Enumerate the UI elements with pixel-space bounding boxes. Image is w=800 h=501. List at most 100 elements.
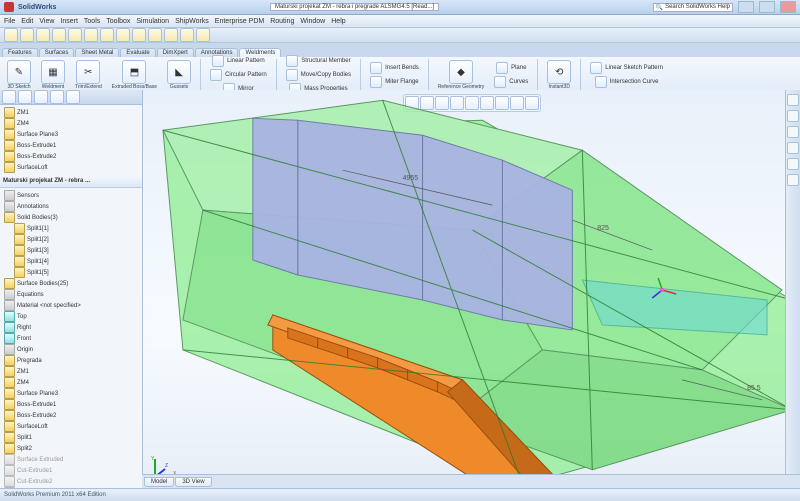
tab-surfaces[interactable]: Surfaces — [39, 48, 75, 57]
fm-tab-display-icon[interactable] — [66, 90, 80, 104]
taskpane-resources-icon[interactable] — [787, 94, 799, 106]
taskpane-view-icon[interactable] — [787, 142, 799, 154]
linearsketch-icon[interactable] — [590, 62, 602, 74]
rebuild-icon[interactable] — [100, 28, 114, 42]
tree-item[interactable]: Surface Bodies(25) — [0, 278, 142, 289]
tree-item[interactable]: Material <not specified> — [0, 300, 142, 311]
menu-view[interactable]: View — [39, 18, 54, 25]
tree-item[interactable]: Surface Plane3 — [0, 388, 142, 399]
curves-icon[interactable] — [494, 76, 506, 88]
options-icon[interactable] — [116, 28, 130, 42]
redo-icon[interactable] — [84, 28, 98, 42]
linear-pattern-icon[interactable] — [212, 55, 224, 67]
menu-pdm[interactable]: Enterprise PDM — [215, 18, 264, 25]
tree-item[interactable]: Split1[4] — [0, 256, 142, 267]
tree-top-3[interactable]: Boss-Extrude1 — [17, 143, 56, 149]
fm-tab-tree-icon[interactable] — [2, 90, 16, 104]
menu-routing[interactable]: Routing — [270, 18, 294, 25]
movecopy-icon[interactable] — [286, 69, 298, 81]
fm-tab-property-icon[interactable] — [18, 90, 32, 104]
instant3d-button[interactable]: ⟲ — [547, 60, 571, 84]
feature-tree[interactable]: SensorsAnnotationsSolid Bodies(3)Split1[… — [0, 188, 142, 489]
trim-button[interactable]: ✂ — [76, 60, 100, 84]
tree-item[interactable]: Equations — [0, 289, 142, 300]
menu-insert[interactable]: Insert — [60, 18, 78, 25]
tree-item[interactable]: Front — [0, 333, 142, 344]
view-icon[interactable] — [196, 28, 210, 42]
tree-item[interactable]: Split1[3] — [0, 245, 142, 256]
tree-item[interactable]: Boss-Extrude2 — [0, 410, 142, 421]
minimize-button[interactable] — [738, 1, 754, 13]
tree-item[interactable]: Pregrada — [0, 355, 142, 366]
extruded-button[interactable]: ⬒ — [122, 60, 146, 84]
taskpane-explorer-icon[interactable] — [787, 126, 799, 138]
tree-item[interactable]: Boss-Extrude1 — [0, 399, 142, 410]
intersection-icon[interactable] — [595, 76, 607, 88]
gussets-button[interactable]: ◣ — [167, 60, 191, 84]
select-icon[interactable] — [132, 28, 146, 42]
measure-icon[interactable] — [164, 28, 178, 42]
menu-help[interactable]: Help — [331, 18, 345, 25]
menu-file[interactable]: File — [4, 18, 15, 25]
menu-shipworks[interactable]: ShipWorks — [175, 18, 209, 25]
insertbends-icon[interactable] — [370, 62, 382, 74]
new-icon[interactable] — [4, 28, 18, 42]
fm-tab-config-icon[interactable] — [34, 90, 48, 104]
tree-top-5[interactable]: SurfaceLoft — [17, 165, 48, 171]
miterflange-icon[interactable] — [370, 76, 382, 88]
tree-item[interactable]: ZM4 — [0, 377, 142, 388]
tree-top-2[interactable]: Surface Plane3 — [17, 132, 58, 138]
menu-window[interactable]: Window — [300, 18, 325, 25]
tree-item[interactable]: Split2 — [0, 443, 142, 454]
tree-item[interactable]: Split1[2] — [0, 234, 142, 245]
print-icon[interactable] — [52, 28, 66, 42]
tree-top-1[interactable]: ZM4 — [17, 121, 29, 127]
tree-item-suppressed[interactable]: Cut-Extrude2 — [0, 476, 142, 487]
taskpane-library-icon[interactable] — [787, 110, 799, 122]
save-icon[interactable] — [36, 28, 50, 42]
taskpane-appearance-icon[interactable] — [787, 158, 799, 170]
weldment-button[interactable]: ▦ — [41, 60, 65, 84]
tab-dimxpert[interactable]: DimXpert — [157, 48, 194, 57]
taskpane-custom-icon[interactable] — [787, 174, 799, 186]
feature-tree-top[interactable]: ZM1 ZM4 Surface Plane3 Boss-Extrude1 Bos… — [0, 105, 142, 175]
plane-icon[interactable] — [496, 62, 508, 74]
tree-item[interactable]: Split1 — [0, 432, 142, 443]
menu-toolbox[interactable]: Toolbox — [106, 18, 130, 25]
tab-sheetmetal[interactable]: Sheet Metal — [75, 48, 119, 57]
refgeom-button[interactable]: ◆ — [449, 60, 473, 84]
tree-item[interactable]: Right — [0, 322, 142, 333]
circular-pattern-icon[interactable] — [210, 69, 222, 81]
menu-simulation[interactable]: Simulation — [136, 18, 169, 25]
tree-item[interactable]: ZM1 — [0, 366, 142, 377]
tree-item[interactable]: Sensors — [0, 190, 142, 201]
open-icon[interactable] — [20, 28, 34, 42]
tree-item-suppressed[interactable]: Cut-Extrude1 — [0, 465, 142, 476]
sketch3d-button[interactable]: ✎ — [7, 60, 31, 84]
maximize-button[interactable] — [759, 1, 775, 13]
help-search[interactable]: 🔍 Search SolidWorks Help — [653, 3, 733, 12]
model-tab-3dview[interactable]: 3D View — [175, 477, 211, 487]
close-button[interactable] — [780, 1, 796, 13]
tab-evaluate[interactable]: Evaluate — [120, 48, 155, 57]
graphics-viewport[interactable]: 4955 85.5 825 X Y Z — [143, 90, 800, 489]
undo-icon[interactable] — [68, 28, 82, 42]
model-tab-model[interactable]: Model — [144, 477, 174, 487]
tree-item[interactable]: Origin — [0, 344, 142, 355]
tree-top-4[interactable]: Boss-Extrude2 — [17, 154, 56, 160]
tree-item[interactable]: Annotations — [0, 201, 142, 212]
tree-item[interactable]: SurfaceLoft — [0, 421, 142, 432]
structural-icon[interactable] — [286, 55, 298, 67]
tree-item[interactable]: Top — [0, 311, 142, 322]
menu-tools[interactable]: Tools — [84, 18, 100, 25]
tree-item-suppressed[interactable]: Surface Extruded — [0, 454, 142, 465]
tree-item[interactable]: Solid Bodies(3) — [0, 212, 142, 223]
sketch-icon[interactable] — [148, 28, 162, 42]
tab-features[interactable]: Features — [2, 48, 38, 57]
menu-edit[interactable]: Edit — [21, 18, 33, 25]
appearance-icon[interactable] — [180, 28, 194, 42]
tree-item[interactable]: Split1[5] — [0, 267, 142, 278]
fm-tab-dimxpert-icon[interactable] — [50, 90, 64, 104]
tree-top-0[interactable]: ZM1 — [17, 110, 29, 116]
tree-item[interactable]: Split1[1] — [0, 223, 142, 234]
